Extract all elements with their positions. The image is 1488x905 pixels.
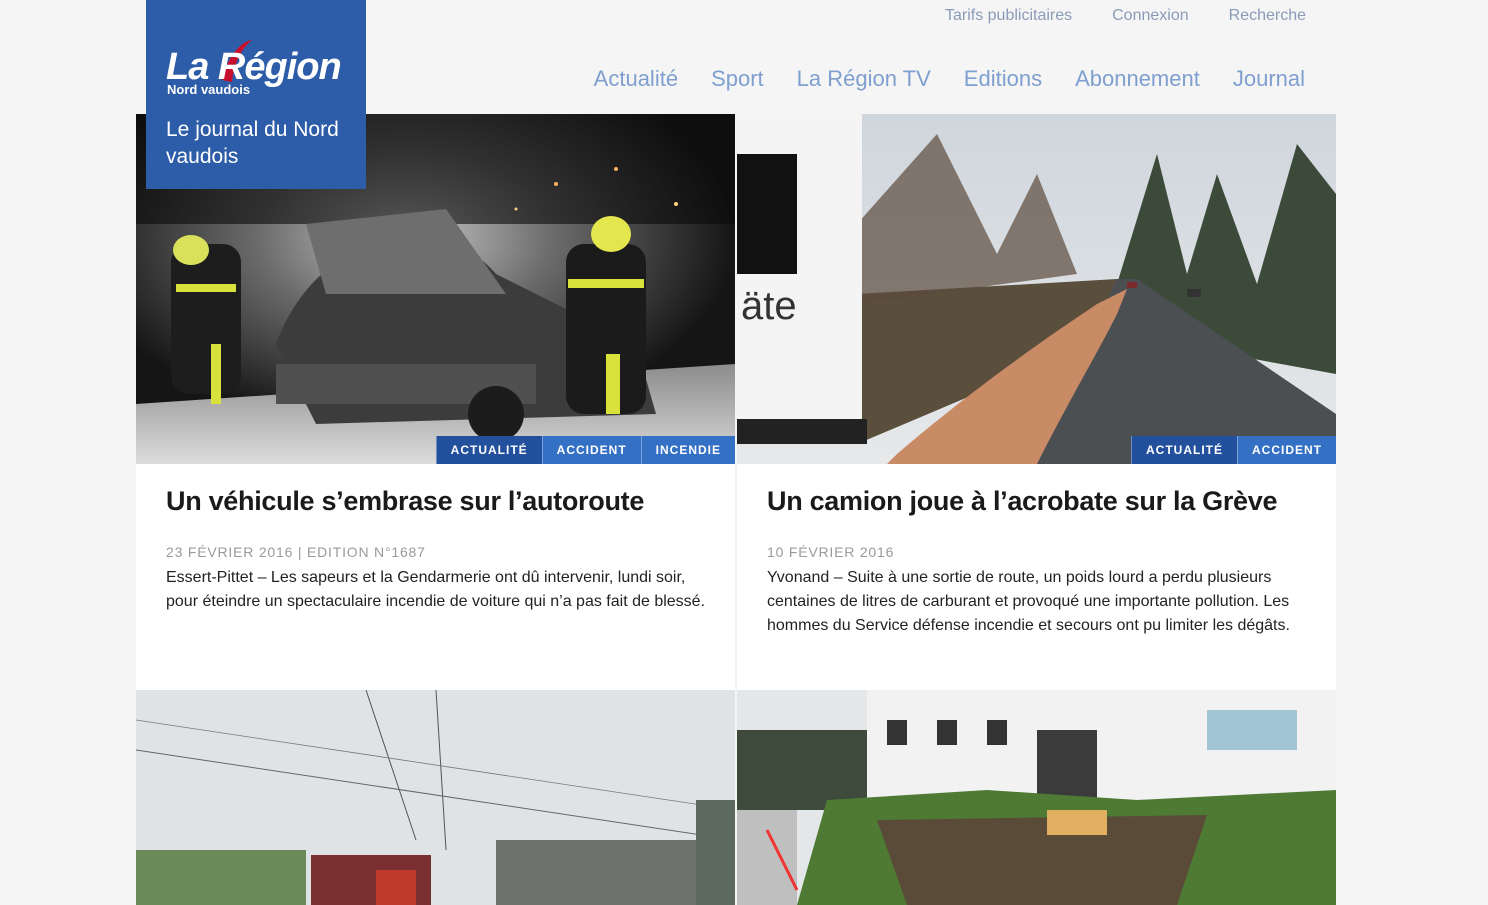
tag-actualite[interactable]: ACTUALITÉ	[1131, 436, 1237, 464]
nav-item-sport[interactable]: Sport	[711, 66, 764, 92]
article-title[interactable]: Un camion joue à l’acrobate sur la Grève	[767, 484, 1306, 518]
tag-accident[interactable]: ACCIDENT	[1237, 436, 1336, 464]
article-card[interactable]	[737, 690, 1336, 905]
util-link-tarifs[interactable]: Tarifs publicitaires	[945, 7, 1072, 25]
article-excerpt: Essert-Pittet – Les sapeurs et la Gendar…	[166, 569, 706, 610]
landslide-building-photo[interactable]	[737, 690, 1336, 905]
site-logo[interactable]: La Région Nord vaudois Le journal du Nor…	[146, 0, 366, 189]
tag-actualite[interactable]: ACTUALITÉ	[435, 436, 542, 464]
util-link-connexion[interactable]: Connexion	[1112, 7, 1189, 25]
logo-mark: La Région Nord vaudois	[166, 40, 356, 100]
card-body: Un camion joue à l’acrobate sur la Grève…	[737, 464, 1336, 638]
article-meta: 23 FÉVRIER 2016 | EDITION N°1687	[166, 544, 426, 560]
nav-item-editions[interactable]: Editions	[964, 66, 1042, 92]
article-card[interactable]	[136, 690, 735, 905]
nav-item-journal[interactable]: Journal	[1233, 66, 1305, 92]
tag-list: ACTUALITÉ ACCIDENT INCENDIE	[435, 436, 735, 464]
article-card[interactable]: äte ACTUALITÉ ACCIDENT Un camion joue à …	[737, 114, 1336, 690]
article-card[interactable]: ACTUALITÉ ACCIDENT INCENDIE Un véhicule …	[136, 114, 735, 690]
tag-list: ACTUALITÉ ACCIDENT	[1131, 436, 1336, 464]
article-title[interactable]: Un véhicule s’embrase sur l’autoroute	[166, 484, 705, 518]
main-nav: Actualité Sport La Région TV Editions Ab…	[594, 66, 1305, 92]
nav-item-actualite[interactable]: Actualité	[594, 66, 678, 92]
nav-item-la-region-tv[interactable]: La Région TV	[797, 66, 931, 92]
tag-incendie[interactable]: INCENDIE	[640, 436, 735, 464]
nav-item-abonnement[interactable]: Abonnement	[1075, 66, 1200, 92]
road-spill-photo[interactable]: äte ACTUALITÉ ACCIDENT	[737, 114, 1336, 464]
logo-tagline: Le journal du Nord vaudois	[166, 118, 339, 168]
tag-accident[interactable]: ACCIDENT	[541, 436, 641, 464]
logo-subtitle: Nord vaudois	[167, 82, 251, 97]
train-derailment-photo[interactable]	[136, 690, 735, 905]
article-meta: 10 FÉVRIER 2016	[767, 544, 895, 560]
utility-nav: Tarifs publicitaires Connexion Recherche	[945, 7, 1306, 25]
util-link-recherche[interactable]: Recherche	[1229, 7, 1306, 25]
article-excerpt: Yvonand – Suite à une sortie de route, u…	[767, 569, 1290, 634]
card-body: Un véhicule s’embrase sur l’autoroute 23…	[136, 464, 735, 614]
svg-text:äte: äte	[741, 284, 797, 328]
